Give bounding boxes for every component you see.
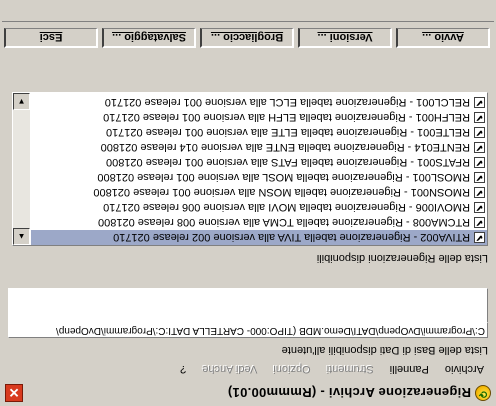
regen-list-label: Lista delle Rigenerazioni disponibili	[316, 252, 488, 264]
bases-list[interactable]	[8, 288, 488, 322]
regen-item-label: RELFH001 - Rigenerazione tabella ELFH al…	[103, 111, 470, 124]
salvataggio-button[interactable]: Salvataggio ...	[102, 28, 196, 48]
regen-item-label: RMOSL001 - Rigenerazione tabella MOSL al…	[97, 171, 470, 184]
regen-list-item[interactable]: ✔ RELTE001 - Rigenerazione tabella ELTE a…	[31, 125, 487, 140]
regen-item-label: RTIVA002 - Rigenerazione tabella TIVA al…	[113, 231, 470, 244]
bases-list-label: Lista delle Basi di Dati disponibili all…	[281, 344, 488, 356]
checkbox-icon[interactable]: ✔	[474, 97, 485, 108]
regen-item-label: RENTE014 - Rigenerazione tabella ENTE al…	[100, 141, 470, 154]
versioni-button[interactable]: Versioni ...	[298, 28, 392, 48]
regen-list-item[interactable]: ✔ RMOSL001 - Rigenerazione tabella MOSL a…	[31, 170, 487, 185]
menu-opzioni[interactable]: Opzioni	[265, 363, 318, 375]
regen-list-item[interactable]: ✔ RTIVA002 - Rigenerazione tabella TIVA a…	[31, 230, 487, 245]
vertical-scrollbar[interactable]: ▲ ▼	[13, 93, 30, 245]
regen-list[interactable]: ✔ RTIVA002 - Rigenerazione tabella TIVA a…	[12, 92, 488, 246]
checkbox-icon[interactable]: ✔	[474, 232, 485, 243]
checkbox-icon[interactable]: ✔	[474, 127, 485, 138]
bases-path-field[interactable]: C:\Programmi\DvOpenp\DATI\Demo.MDB (TIPO…	[8, 322, 488, 338]
regen-list-item[interactable]: ✔ RENTE014 - Rigenerazione tabella ENTE a…	[31, 140, 487, 155]
scroll-down-icon[interactable]: ▼	[13, 93, 30, 110]
regen-list-item[interactable]: ✔ RMOSN001 - Rigenerazione tabella MOSN a…	[31, 185, 487, 200]
esci-button[interactable]: Esci	[4, 28, 98, 48]
regen-list-item[interactable]: ✔ RELFH001 - Rigenerazione tabella ELFH a…	[31, 110, 487, 125]
checkbox-icon[interactable]: ✔	[474, 157, 485, 168]
app-refresh-icon[interactable]: ⟳	[475, 385, 491, 401]
close-button[interactable]: ✕	[5, 384, 23, 402]
menu-vedi-anche[interactable]: Vedi Anche	[194, 363, 265, 375]
regen-item-label: RELTE001 - Rigenerazione tabella ELTE al…	[105, 126, 470, 139]
action-tab-bar: Avvio ... Versioni ... Brogliaccio ... S…	[2, 24, 494, 48]
title-bar: ⟳ Rigenerazione Archivi - (Rmmm00.01) ✕	[2, 382, 494, 404]
menu-help[interactable]: ?	[172, 363, 194, 375]
menu-archivio[interactable]: Archivio	[437, 363, 492, 375]
checkbox-icon[interactable]: ✔	[474, 202, 485, 213]
scroll-up-icon[interactable]: ▲	[13, 228, 30, 245]
regen-list-item[interactable]: ✔ RELCL001 - Rigenerazione tabella ELCL a…	[31, 95, 487, 110]
regen-item-label: RMOVI006 - Rigenerazione tabella MOVI al…	[103, 201, 470, 214]
avvio-button[interactable]: Avvio ...	[396, 28, 490, 48]
application-window: ⟳ Rigenerazione Archivi - (Rmmm00.01) ✕ …	[0, 0, 496, 406]
brogliaccio-button[interactable]: Brogliaccio ...	[200, 28, 294, 48]
regen-list-item[interactable]: ✔ RTCMA008 - Rigenerazione tabella TCMA a…	[31, 215, 487, 230]
checkbox-icon[interactable]: ✔	[474, 112, 485, 123]
menu-pannelli[interactable]: Pannelli	[382, 363, 437, 375]
regen-item-label: RELCL001 - Rigenerazione tabella ELCL al…	[104, 96, 470, 109]
menu-bar: Archivio Pannelli Strumenti Opzioni Vedi…	[2, 359, 494, 379]
checkbox-icon[interactable]: ✔	[474, 172, 485, 183]
checkbox-icon[interactable]: ✔	[474, 187, 485, 198]
regen-rows: ✔ RTIVA002 - Rigenerazione tabella TIVA a…	[31, 95, 487, 245]
regen-item-label: RMOSN001 - Rigenerazione tabella MOSN al…	[93, 186, 470, 199]
checkbox-icon[interactable]: ✔	[474, 142, 485, 153]
menu-strumenti[interactable]: Strumenti	[319, 363, 382, 375]
checkbox-icon[interactable]: ✔	[474, 217, 485, 228]
window-title: Rigenerazione Archivi - (Rmmm00.01)	[227, 385, 471, 401]
regen-item-label: RFATS001 - Rigenerazione tabella FATS al…	[105, 156, 470, 169]
regen-list-item[interactable]: ✔ RFATS001 - Rigenerazione tabella FATS a…	[31, 155, 487, 170]
status-strip	[2, 2, 494, 22]
regen-list-item[interactable]: ✔ RMOVI006 - Rigenerazione tabella MOVI a…	[31, 200, 487, 215]
regen-item-label: RTCMA008 - Rigenerazione tabella TCMA al…	[98, 216, 470, 229]
